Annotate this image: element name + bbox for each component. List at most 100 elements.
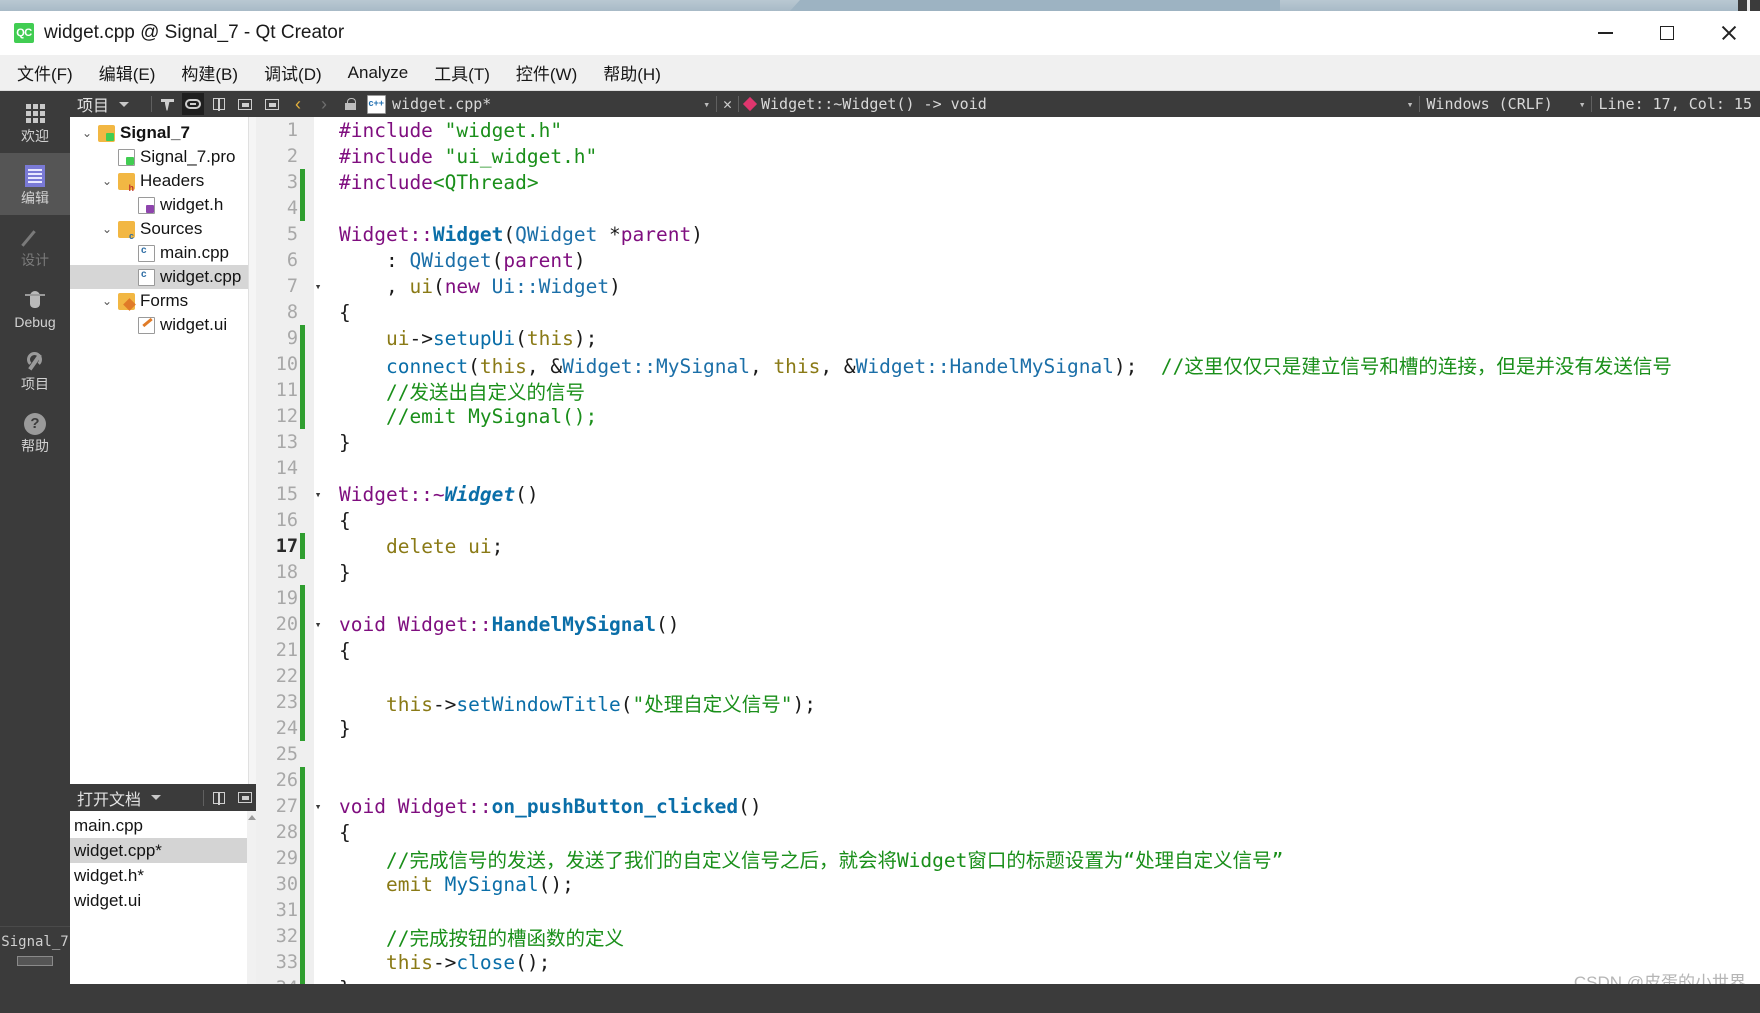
code-line[interactable]: 3 #include<QThread> xyxy=(256,169,1760,195)
code-line[interactable]: 7 ▾ , ui(new Ui::Widget) xyxy=(256,273,1760,299)
code-line[interactable]: 32 //完成按钮的槽函数的定义 xyxy=(256,923,1760,950)
split-pane-icon[interactable] xyxy=(208,93,230,115)
fold-collapse-icon[interactable]: ▾ xyxy=(305,618,331,631)
menu-item-0[interactable]: 文件(F) xyxy=(4,55,86,91)
menu-item-1[interactable]: 编辑(E) xyxy=(86,55,169,91)
tree-item-widget.h[interactable]: widget.h xyxy=(70,193,256,217)
tree-item-Signal_7[interactable]: ⌄ Signal_7 xyxy=(70,121,256,145)
mode-button-帮助[interactable]: ? 帮助 xyxy=(0,401,70,463)
tree-item-Headers[interactable]: ⌄ Headers xyxy=(70,169,256,193)
navigate-back-icon[interactable]: ‹ xyxy=(288,93,308,115)
code-line[interactable]: 1 #include "widget.h" xyxy=(256,117,1760,143)
close-document-icon[interactable]: ✕ xyxy=(723,95,732,113)
code-line[interactable]: 21 { xyxy=(256,637,1760,663)
expand-chevron-down-icon[interactable]: ⌄ xyxy=(96,222,118,236)
code-line[interactable]: 5 Widget::Widget(QWidget *parent) xyxy=(256,221,1760,247)
mode-button-编辑[interactable]: 编辑 xyxy=(0,153,70,215)
code-line[interactable]: 31 xyxy=(256,897,1760,923)
menu-item-2[interactable]: 构建(B) xyxy=(168,55,251,91)
code-line[interactable]: 6 : QWidget(parent) xyxy=(256,247,1760,273)
expand-chevron-down-icon[interactable]: ⌄ xyxy=(76,126,98,140)
fold-collapse-icon[interactable]: ▾ xyxy=(305,800,331,813)
code-editor[interactable]: 1 #include "widget.h" 2 #include "ui_widget… xyxy=(256,117,1760,1013)
code-line[interactable]: 12 //emit MySignal(); xyxy=(256,403,1760,429)
code-line[interactable]: 11 //发送出自定义的信号 xyxy=(256,377,1760,404)
open-documents-scrollbar[interactable] xyxy=(247,811,256,984)
code-line[interactable]: 18} xyxy=(256,559,1760,585)
open-document-item[interactable]: widget.ui xyxy=(70,888,256,913)
tree-item-Sources[interactable]: ⌄ Sources xyxy=(70,217,256,241)
mode-button-欢迎[interactable]: 欢迎 xyxy=(0,91,70,153)
code-line[interactable]: 14 xyxy=(256,455,1760,481)
file-chooser-chevron-down-icon[interactable]: ▾ xyxy=(703,98,710,111)
opendocs-chooser-chevron-down-icon[interactable] xyxy=(145,787,167,809)
menu-item-3[interactable]: 调试(D) xyxy=(251,55,335,91)
close-panel-icon[interactable] xyxy=(234,93,256,115)
code-line[interactable]: 17 delete ui; xyxy=(256,533,1760,559)
open-document-item[interactable]: main.cpp xyxy=(70,813,256,838)
code-line[interactable]: 24} xyxy=(256,715,1760,741)
tree-item-Signal_7.pro[interactable]: Signal_7.pro xyxy=(70,145,256,169)
project-tree-scrollbar[interactable] xyxy=(248,117,256,809)
open-file-name[interactable]: widget.cpp* xyxy=(392,95,491,113)
code-line[interactable]: 22 xyxy=(256,663,1760,689)
menu-item-5[interactable]: 工具(T) xyxy=(421,55,503,91)
mode-button-设计[interactable]: 设计 xyxy=(0,215,70,277)
tree-item-widget.ui[interactable]: widget.ui xyxy=(70,313,256,337)
code-line[interactable]: 13} xyxy=(256,429,1760,455)
tree-item-widget.cpp[interactable]: widget.cpp xyxy=(70,265,256,289)
tree-item-Forms[interactable]: ⌄ Forms xyxy=(70,289,256,313)
code-line[interactable]: 30 emit MySignal(); xyxy=(256,871,1760,897)
code-line[interactable]: 4 xyxy=(256,195,1760,221)
code-line[interactable]: 10 connect(this, &Widget::MySignal, this… xyxy=(256,351,1760,378)
fold-collapse-icon[interactable]: ▾ xyxy=(305,488,331,501)
minimize-button[interactable] xyxy=(1574,11,1636,55)
code-line[interactable]: 20 ▾ void Widget::HandelMySignal() xyxy=(256,611,1760,637)
fold-collapse-icon[interactable]: ▾ xyxy=(305,280,331,293)
code-line[interactable]: 23 this->setWindowTitle("处理自定义信号"); xyxy=(256,689,1760,716)
code-line[interactable]: 8{ xyxy=(256,299,1760,325)
help-icon: ? xyxy=(24,412,46,436)
code-line[interactable]: 19 xyxy=(256,585,1760,611)
line-ending-label[interactable]: Windows (CRLF) xyxy=(1426,95,1552,113)
opendocs-close-panel-icon[interactable] xyxy=(234,787,256,809)
code-line[interactable]: 25 xyxy=(256,741,1760,767)
code-line[interactable]: 33 this->close(); xyxy=(256,949,1760,975)
open-documents-list[interactable]: main.cpp widget.cpp* widget.h* widget.ui xyxy=(70,811,256,913)
lock-icon[interactable] xyxy=(340,93,360,115)
toolbar-minimize-panel-icon[interactable] xyxy=(262,93,282,115)
active-project-indicator[interactable]: Signal_7 xyxy=(0,926,70,984)
tree-item-main.cpp[interactable]: main.cpp xyxy=(70,241,256,265)
opendocs-split-pane-icon[interactable] xyxy=(208,787,230,809)
mode-button-Debug[interactable]: Debug xyxy=(0,277,70,339)
editor-toolbar: ‹ › widget.cpp* ▾ ✕ Widget::~Widget() ->… xyxy=(256,91,1760,117)
menu-item-6[interactable]: 控件(W) xyxy=(503,55,590,91)
code-line[interactable]: 15 ▾ Widget::~Widget() xyxy=(256,481,1760,507)
encoding-chevron-down-icon[interactable]: ▾ xyxy=(1579,98,1586,111)
code-line[interactable]: 29 //完成信号的发送，发送了我们的自定义信号之后，就会将Widget窗口的标… xyxy=(256,845,1760,872)
panel-chooser-chevron-down-icon[interactable] xyxy=(113,93,135,115)
project-file-tree[interactable]: ⌄ Signal_7 Signal_7.pro ⌄ Headers widget.h ⌄ So… xyxy=(70,117,256,337)
close-button[interactable] xyxy=(1698,11,1760,55)
menu-item-4[interactable]: Analyze xyxy=(335,55,421,91)
code-line[interactable]: 16 { xyxy=(256,507,1760,533)
code-line[interactable]: 9 ui->setupUi(this); xyxy=(256,325,1760,351)
navigate-forward-icon[interactable]: › xyxy=(314,93,334,115)
expand-chevron-down-icon[interactable]: ⌄ xyxy=(96,294,118,308)
maximize-button[interactable] xyxy=(1636,11,1698,55)
current-symbol-label[interactable]: Widget::~Widget() -> void xyxy=(761,95,987,113)
expand-chevron-down-icon[interactable]: ⌄ xyxy=(96,174,118,188)
code-line[interactable]: 26 xyxy=(256,767,1760,793)
menu-item-7[interactable]: 帮助(H) xyxy=(590,55,674,91)
sync-with-editor-link-icon[interactable] xyxy=(182,93,204,115)
scroll-up-arrow-icon[interactable] xyxy=(248,815,256,820)
line-ending-chevron-down-icon[interactable]: ▾ xyxy=(1407,98,1414,111)
open-document-item[interactable]: widget.h* xyxy=(70,863,256,888)
cursor-position-label[interactable]: Line: 17, Col: 15 xyxy=(1598,95,1752,113)
open-document-item[interactable]: widget.cpp* xyxy=(70,838,256,863)
code-line[interactable]: 2 #include "ui_widget.h" xyxy=(256,143,1760,169)
mode-button-项目[interactable]: 项目 xyxy=(0,339,70,401)
code-line[interactable]: 27 ▾ void Widget::on_pushButton_clicked() xyxy=(256,793,1760,819)
filter-icon[interactable] xyxy=(156,93,178,115)
code-line[interactable]: 28 { xyxy=(256,819,1760,845)
